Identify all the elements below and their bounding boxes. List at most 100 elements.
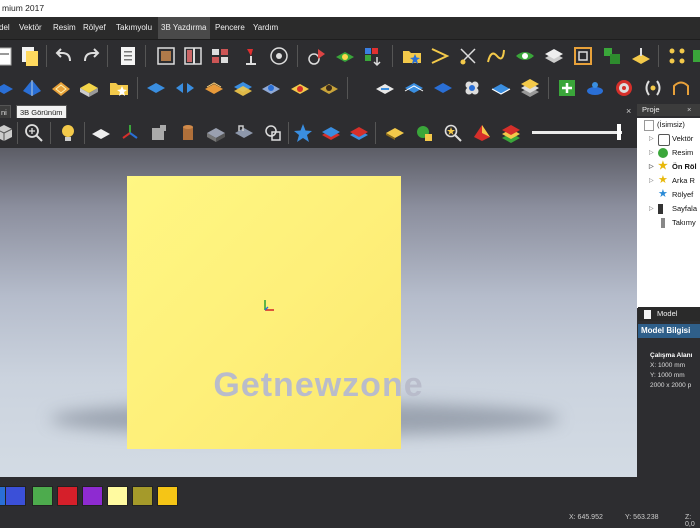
flower-icon[interactable] [461, 77, 483, 99]
blue-wave-icon[interactable] [403, 77, 425, 99]
tool-icon[interactable] [690, 45, 700, 67]
curve-icon[interactable] [485, 45, 507, 67]
gold-dome-icon[interactable] [318, 77, 340, 99]
relief-shape-icon[interactable] [0, 77, 15, 99]
gray-box-icon[interactable] [205, 122, 227, 144]
light-bulb-icon[interactable] [57, 122, 79, 144]
yellow-red-icon[interactable] [289, 77, 311, 99]
target-icon[interactable] [613, 77, 635, 99]
palette-swatch[interactable] [5, 486, 26, 506]
shapes-icon[interactable] [262, 122, 284, 144]
menu-help[interactable]: Yardım [250, 17, 281, 39]
export-tiles-icon[interactable] [362, 45, 384, 67]
cursor-circle-icon[interactable] [268, 45, 290, 67]
arch-icon[interactable] [670, 77, 692, 99]
menu-3d-printing[interactable]: 3B Yazdırma [158, 17, 210, 39]
project-panel-title: Proje [642, 105, 660, 114]
toolpath-icon [661, 218, 665, 228]
folder-star-icon[interactable] [401, 45, 423, 67]
green-shape-icon[interactable] [334, 45, 356, 67]
close-panel-icon[interactable]: × [687, 104, 691, 116]
palette-swatch[interactable] [157, 486, 178, 506]
pyramid-layers-icon[interactable] [471, 122, 493, 144]
copy-icon[interactable] [19, 45, 41, 67]
menu-relief[interactable]: Rölyef [80, 17, 109, 39]
expand-arrow-icon[interactable]: ▷ [649, 202, 654, 216]
menu-toolpaths[interactable]: Takımyolu [113, 17, 155, 39]
expand-arrow-icon[interactable]: ▷ [649, 160, 654, 174]
expand-arrow-icon[interactable]: ▷ [649, 146, 654, 160]
green-blocks-icon[interactable] [601, 45, 623, 67]
page-setup-icon[interactable] [155, 45, 177, 67]
palette-swatch[interactable] [107, 486, 128, 506]
tile-icon[interactable] [209, 45, 231, 67]
flat-layer-icon[interactable] [490, 77, 512, 99]
document-icon[interactable] [117, 45, 139, 67]
vector-arrow-icon[interactable] [429, 45, 451, 67]
tab-model[interactable]: Model [638, 307, 700, 321]
relief-tool-icon[interactable] [306, 45, 328, 67]
zoom-icon[interactable] [23, 122, 45, 144]
yellow-plane-icon[interactable] [384, 122, 406, 144]
menu-window[interactable]: Pencere [212, 17, 248, 39]
bracket-icon[interactable] [642, 77, 664, 99]
blue-red-layer-icon[interactable] [320, 122, 342, 144]
puzzle-icon[interactable] [148, 122, 170, 144]
model-plane[interactable] [127, 176, 401, 449]
open-file-icon[interactable] [0, 45, 16, 67]
dots-pattern-icon[interactable] [666, 45, 688, 67]
expand-arrow-icon[interactable]: ▷ [649, 174, 654, 188]
transparency-slider-handle[interactable] [617, 124, 621, 140]
3d-viewport[interactable]: Getnewzone [0, 148, 637, 477]
cube-icon[interactable] [0, 122, 15, 144]
lamp-icon[interactable] [240, 45, 262, 67]
blue-layer-icon[interactable] [232, 77, 254, 99]
green-circle-icon[interactable] [413, 122, 435, 144]
palette-swatch[interactable] [32, 486, 53, 506]
menu-bitmap[interactable]: Resim [50, 17, 79, 39]
yellow-block-icon[interactable] [78, 77, 100, 99]
project-panel: Proje × (İsimsiz) ▷ Vektör ▷ Resim ▷ ★ Ö… [637, 104, 700, 512]
toolbar-separator [658, 45, 659, 67]
stack-icon[interactable] [543, 45, 565, 67]
undo-icon[interactable] [53, 45, 75, 67]
axes-icon[interactable] [119, 122, 141, 144]
red-blue-layer-icon[interactable] [348, 122, 370, 144]
folder-star-icon[interactable] [108, 77, 130, 99]
close-tab-icon[interactable]: × [626, 104, 636, 118]
frame-icon[interactable] [572, 45, 594, 67]
yellow-disc-icon[interactable] [630, 45, 652, 67]
blue-star-icon[interactable] [292, 122, 314, 144]
relief-pyramid-icon[interactable] [21, 77, 43, 99]
menu-vector[interactable]: Vektör [16, 17, 45, 39]
layer-disc-icon[interactable] [260, 77, 282, 99]
plane-view-icon[interactable] [90, 122, 112, 144]
split-view-icon[interactable] [182, 45, 204, 67]
palette-swatch[interactable] [132, 486, 153, 506]
blue-plane-icon[interactable] [145, 77, 167, 99]
menu-model[interactable]: del [0, 17, 13, 39]
add-green-icon[interactable] [556, 77, 578, 99]
cylinder-icon[interactable] [177, 122, 199, 144]
eye-icon[interactable] [514, 45, 536, 67]
smooth-icon[interactable] [374, 77, 396, 99]
orange-stack-icon[interactable] [203, 77, 225, 99]
blue-split-icon[interactable] [174, 77, 196, 99]
zoom-star-icon[interactable] [442, 122, 464, 144]
texture-pattern-icon[interactable] [50, 77, 72, 99]
blue-tile-icon[interactable] [432, 77, 454, 99]
star-icon: ★ [658, 188, 668, 200]
palette-swatch[interactable] [82, 486, 103, 506]
tab-2d-view[interactable]: ni [0, 105, 11, 119]
tab-3d-view[interactable]: 3B Görünüm [16, 105, 67, 119]
transparency-slider[interactable] [532, 131, 622, 134]
redo-icon[interactable] [80, 45, 102, 67]
blue-bowl-icon[interactable] [584, 77, 606, 99]
box-cut-icon[interactable] [233, 122, 255, 144]
scissors-icon[interactable] [457, 45, 479, 67]
rainbow-layers-icon[interactable] [500, 122, 522, 144]
view-toolbar [0, 118, 637, 148]
layers-stack-icon[interactable] [519, 77, 541, 99]
palette-swatch[interactable] [57, 486, 78, 506]
expand-arrow-icon[interactable]: ▷ [649, 132, 654, 146]
